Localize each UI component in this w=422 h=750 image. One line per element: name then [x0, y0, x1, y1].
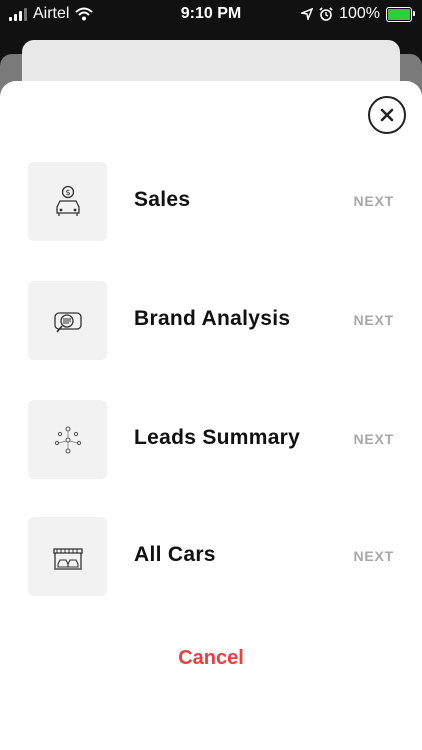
- battery-icon: [386, 6, 415, 22]
- close-icon: [380, 108, 394, 122]
- next-link[interactable]: NEXT: [353, 548, 394, 564]
- menu-item-label: Leads Summary: [134, 426, 301, 449]
- close-button[interactable]: [368, 96, 406, 134]
- menu-item-label: Brand Analysis: [134, 307, 291, 330]
- menu-item-label: All Cars: [134, 543, 216, 566]
- svg-text:$: $: [65, 188, 70, 197]
- bottom-sheet: $ Sales NEXT Brand Analysis NEXT Leads S…: [0, 81, 422, 750]
- alarm-icon: [319, 7, 333, 21]
- menu-item-leads-summary[interactable]: Leads Summary NEXT: [28, 400, 398, 480]
- chat-search-icon: [53, 311, 82, 333]
- battery-percent: 100%: [339, 5, 380, 22]
- next-link[interactable]: NEXT: [353, 312, 394, 328]
- menu-item-all-cars[interactable]: All Cars NEXT: [28, 517, 398, 597]
- menu-item-sales[interactable]: $ Sales NEXT: [28, 162, 398, 242]
- location-arrow-icon: [301, 8, 314, 20]
- next-link[interactable]: NEXT: [353, 431, 394, 447]
- menu-item-label: Sales: [134, 188, 191, 211]
- next-link[interactable]: NEXT: [353, 193, 394, 209]
- menu-tile: $: [28, 162, 107, 241]
- network-nodes-icon: [54, 426, 81, 453]
- car-dollar-icon: $: [55, 185, 80, 216]
- cancel-button[interactable]: Cancel: [0, 647, 422, 670]
- status-right: 100%: [301, 5, 415, 23]
- menu-tile: [28, 517, 107, 596]
- menu-tile: [28, 400, 107, 479]
- car-showroom-icon: [52, 547, 83, 570]
- status-bar: Airtel 9:10 PM 100%: [0, 0, 422, 30]
- menu-item-brand-analysis[interactable]: Brand Analysis NEXT: [28, 281, 398, 361]
- menu-tile: [28, 281, 107, 360]
